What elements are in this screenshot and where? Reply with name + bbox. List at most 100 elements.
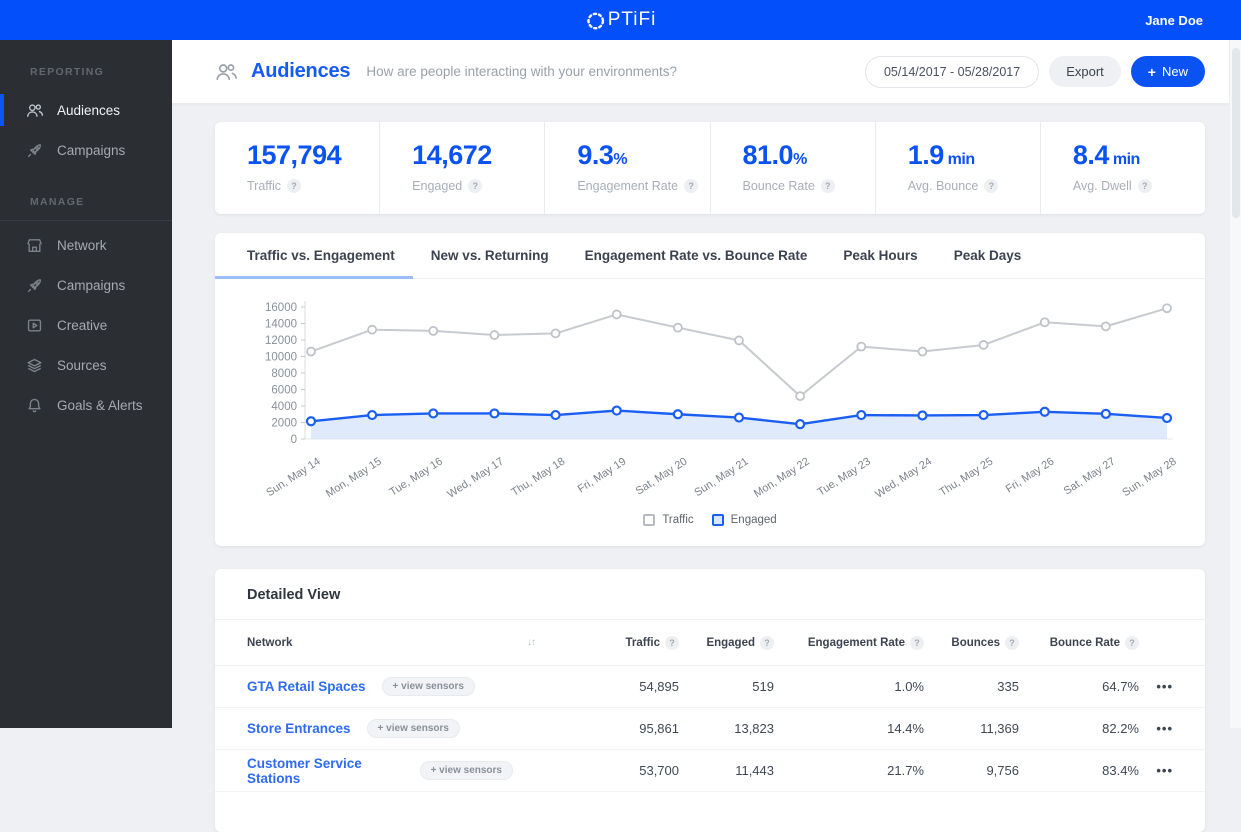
checkbox-engaged[interactable] [711, 514, 724, 526]
svg-text:0: 0 [291, 434, 297, 446]
checkbox-traffic[interactable] [643, 514, 656, 526]
row-menu-icon[interactable] [1139, 679, 1173, 694]
sidebar-item-label: Creative [57, 317, 108, 333]
media-icon [26, 317, 43, 334]
svg-text:12000: 12000 [265, 335, 297, 347]
svg-text:16000: 16000 [265, 302, 297, 314]
svg-text:2000: 2000 [271, 418, 297, 430]
page-title: Audiences [251, 60, 351, 82]
svg-text:Sun, May 28: Sun, May 28 [1120, 455, 1178, 499]
svg-text:Tue, May 23: Tue, May 23 [815, 455, 872, 498]
svg-text:8000: 8000 [271, 368, 297, 380]
tab-peak-hours[interactable]: Peak Hours [825, 233, 935, 278]
sidebar-item-label: Network [57, 237, 107, 253]
sort-icon[interactable]: ↓↑ [513, 637, 549, 648]
stat-engagement-rate: 9.3% Engagement Rate [544, 122, 709, 214]
row-menu-icon[interactable] [1139, 721, 1173, 736]
stat-engaged: 14,672 Engaged [379, 122, 544, 214]
svg-text:Sat, May 27: Sat, May 27 [1062, 455, 1118, 497]
svg-text:14000: 14000 [265, 319, 297, 331]
page-subtitle: How are people interacting with your env… [366, 64, 678, 79]
legend-engaged[interactable]: Engaged [711, 514, 777, 526]
row-menu-icon[interactable] [1139, 763, 1173, 778]
sidebar-item-audiences[interactable]: Audiences [0, 90, 172, 130]
audiences-icon [215, 61, 237, 83]
help-icon[interactable] [684, 179, 699, 193]
svg-text:Thu, May 25: Thu, May 25 [937, 455, 995, 498]
sidebar-item-label: Campaigns [57, 277, 126, 293]
help-icon[interactable] [820, 179, 835, 193]
stat-avg-dwell: 8.4 min Avg. Dwell [1039, 122, 1205, 214]
stat-avg-bounce: 1.9 min Avg. Bounce [874, 122, 1040, 214]
help-icon[interactable] [910, 635, 924, 650]
table-row: Customer Service Stations + view sensors… [215, 750, 1205, 792]
view-sensors-button[interactable]: + view sensors [381, 677, 475, 696]
legend-traffic[interactable]: Traffic [643, 514, 694, 526]
svg-text:Mon, May 15: Mon, May 15 [324, 455, 384, 500]
network-link[interactable]: Customer Service Stations [247, 756, 404, 786]
svg-text:Sun, May 14: Sun, May 14 [264, 455, 322, 499]
user-menu[interactable]: Jane Doe [1145, 13, 1203, 28]
new-button[interactable]: + New [1130, 56, 1205, 87]
view-sensors-button[interactable]: + view sensors [366, 719, 460, 738]
svg-text:10000: 10000 [265, 352, 297, 364]
sidebar-item-sources[interactable]: Sources [0, 345, 172, 385]
topbar: PTiFi Jane Doe [0, 0, 1241, 40]
network-link[interactable]: GTA Retail Spaces [247, 679, 366, 694]
help-icon[interactable] [760, 635, 774, 650]
sidebar-item-network[interactable]: Network [0, 225, 172, 265]
tab-new-vs-returning[interactable]: New vs. Returning [413, 233, 567, 278]
layers-icon [26, 357, 43, 374]
page-header: Audiences How are people interacting wit… [172, 40, 1229, 104]
people-icon [26, 102, 43, 119]
help-icon[interactable] [287, 179, 302, 193]
sidebar-section-manage: MANAGE [0, 170, 172, 221]
sidebar-item-creative[interactable]: Creative [0, 305, 172, 345]
sidebar-item-label: Goals & Alerts [57, 397, 143, 413]
tab-engagement-vs-bounce[interactable]: Engagement Rate vs. Bounce Rate [567, 233, 826, 278]
svg-text:4000: 4000 [271, 401, 297, 413]
svg-text:Sun, May 21: Sun, May 21 [692, 455, 750, 499]
sidebar-item-campaigns-manage[interactable]: Campaigns [0, 265, 172, 305]
stats-summary-card: 157,794 Traffic 14,672 Engaged 9.3% Enga… [215, 122, 1205, 214]
plus-icon: + [1147, 63, 1156, 80]
traffic-engagement-chart[interactable]: 0 2000 4000 6000 8000 10000 12000 14000 16000 Sun… [215, 279, 1205, 510]
sidebar-item-goals-alerts[interactable]: Goals & Alerts [0, 385, 172, 425]
page-scrollbar[interactable] [1229, 40, 1241, 728]
network-link[interactable]: Store Entrances [247, 721, 351, 736]
svg-text:6000: 6000 [271, 385, 297, 397]
svg-text:Wed, May 24: Wed, May 24 [873, 455, 934, 500]
help-icon[interactable] [665, 635, 679, 650]
svg-text:Fri, May 26: Fri, May 26 [1004, 455, 1057, 495]
help-icon[interactable] [468, 179, 483, 193]
svg-text:Wed, May 17: Wed, May 17 [445, 455, 506, 500]
help-icon[interactable] [1125, 635, 1139, 650]
svg-text:Fri, May 19: Fri, May 19 [576, 455, 629, 495]
export-button[interactable]: Export [1049, 56, 1121, 87]
detailed-view-card: Detailed View Network ↓↑ Traffic Engaged… [215, 569, 1205, 832]
svg-text:Sat, May 20: Sat, May 20 [634, 455, 690, 497]
chart-legend: Traffic Engaged [215, 510, 1205, 536]
date-range-picker[interactable]: 05/14/2017 - 05/28/2017 [864, 55, 1040, 88]
logo-text: PTiFi [607, 9, 657, 30]
view-sensors-button[interactable]: + view sensors [419, 761, 513, 780]
stat-bounce-rate: 81.0% Bounce Rate [709, 122, 875, 214]
content: 157,794 Traffic 14,672 Engaged 9.3% Enga… [172, 104, 1229, 832]
tab-peak-days[interactable]: Peak Days [936, 233, 1040, 278]
storefront-icon [26, 237, 43, 254]
main-area: Audiences How are people interacting wit… [172, 40, 1229, 832]
bell-icon [26, 397, 43, 414]
logo-o-icon [585, 10, 606, 31]
sidebar-item-label: Sources [57, 357, 107, 373]
sidebar-section-reporting: REPORTING [30, 66, 105, 78]
help-icon[interactable] [1005, 635, 1019, 650]
help-icon[interactable] [1137, 179, 1152, 193]
scrollbar-thumb[interactable] [1232, 48, 1240, 218]
table-row: Store Entrances + view sensors 95,861 13… [215, 708, 1205, 750]
sidebar-item-campaigns-reporting[interactable]: Campaigns [0, 130, 172, 170]
help-icon[interactable] [984, 179, 999, 193]
tab-traffic-vs-engagement[interactable]: Traffic vs. Engagement [215, 233, 413, 279]
table-row: GTA Retail Spaces + view sensors 54,895 … [215, 666, 1205, 708]
stat-traffic: 157,794 Traffic [215, 122, 379, 214]
svg-text:Thu, May 18: Thu, May 18 [509, 455, 567, 498]
